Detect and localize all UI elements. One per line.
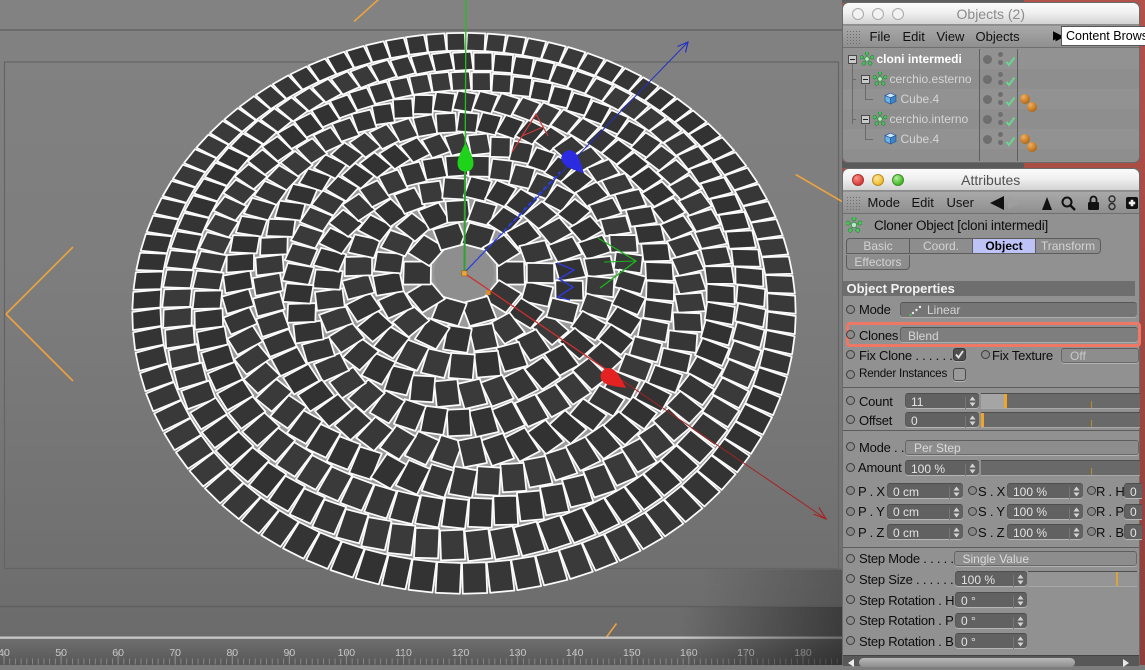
- svg-text:40: 40: [0, 647, 10, 659]
